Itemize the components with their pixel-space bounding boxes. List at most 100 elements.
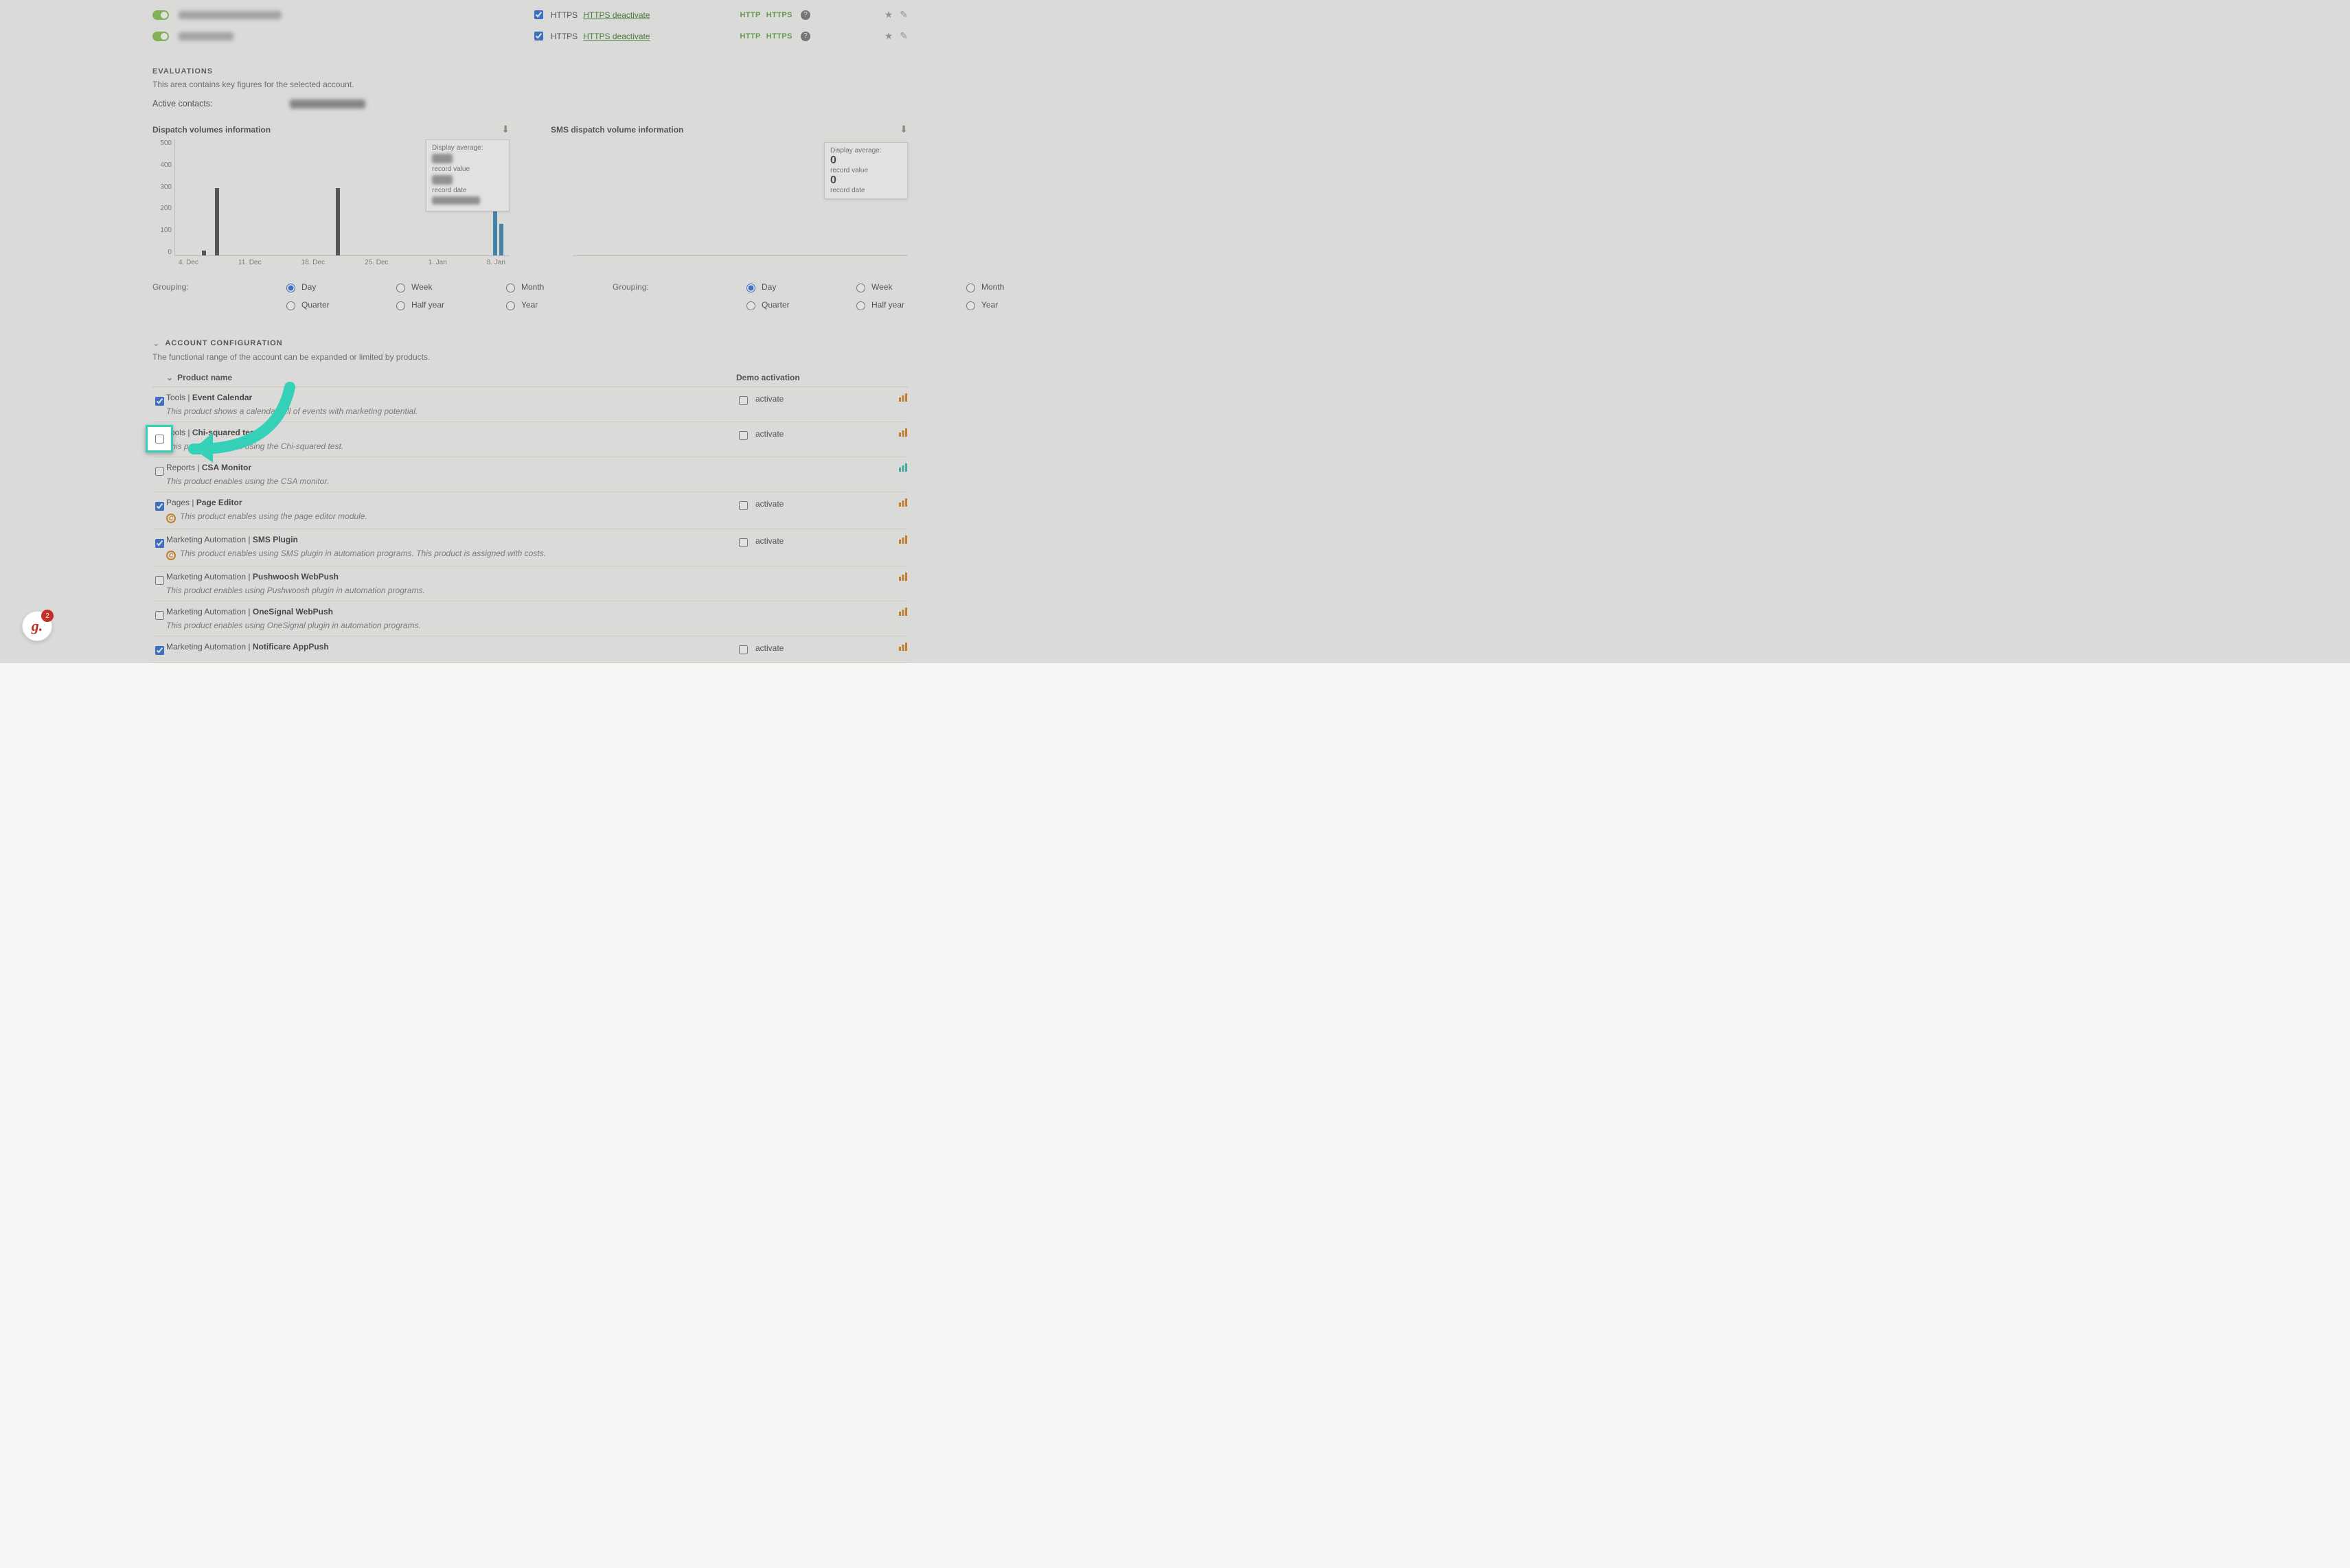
product-title: Pages | Page Editor — [166, 498, 736, 507]
edit-icon[interactable]: ✎ — [900, 30, 908, 42]
cost-icon: C — [166, 551, 176, 560]
product-title: Marketing Automation | Notificare AppPus… — [166, 642, 736, 652]
grouping-option-half-year[interactable]: Half year — [853, 299, 922, 310]
domain-name-blurred — [179, 32, 233, 41]
product-title: Tools | Event Calendar — [166, 393, 736, 402]
product-title: Marketing Automation | SMS Plugin — [166, 535, 736, 544]
product-row: Marketing Automation | Notificare AppPus… — [152, 636, 908, 663]
grouping-option-week[interactable]: Week — [393, 281, 461, 292]
grouping-label: Grouping: — [613, 282, 681, 292]
product-row: Tools | Event Calendar This product shows… — [152, 387, 908, 422]
demo-activate-checkbox[interactable] — [739, 501, 748, 510]
evaluations-heading: EVALUATIONS — [152, 67, 908, 76]
product-title: Marketing Automation | Pushwoosh WebPush — [166, 572, 736, 581]
toggle-enabled[interactable] — [152, 32, 169, 41]
chart-icon[interactable] — [887, 642, 908, 657]
product-description: This product shows a calendar full of ev… — [166, 406, 736, 416]
chart-title: SMS dispatch volume information — [551, 125, 683, 135]
account-config-description: The functional range of the account can … — [152, 352, 908, 362]
product-title: Tools | Chi-squared test — [166, 428, 736, 437]
chart-icon[interactable] — [887, 393, 908, 416]
grouping-option-half-year[interactable]: Half year — [393, 299, 461, 310]
account-config-heading: ACCOUNT CONFIGURATION — [165, 339, 282, 347]
domain-row: HTTPS HTTPS deactivate HTTPHTTPS ? ★✎ — [152, 4, 908, 25]
grouping-option-day[interactable]: Day — [283, 281, 352, 292]
demo-activate-label: activate — [755, 394, 784, 404]
assist-count-badge: 2 — [41, 610, 54, 622]
assist-widget[interactable]: g. 2 — [22, 611, 52, 641]
x-axis: 4. Dec 11. Dec 18. Dec 25. Dec 1. Jan 8.… — [174, 259, 510, 266]
grouping-option-quarter[interactable]: Quarter — [283, 299, 352, 310]
col-product-name[interactable]: Product name — [177, 373, 232, 382]
csa-monitor-checkbox[interactable] — [155, 435, 164, 443]
grouping-option-day[interactable]: Day — [743, 281, 812, 292]
https-checkbox[interactable] — [534, 10, 543, 19]
https-deactivate-link[interactable]: HTTPS deactivate — [583, 10, 650, 20]
grouping-controls: Grouping: Day Week Month Quarter Half year Yea… — [152, 281, 908, 317]
chart-icon[interactable] — [887, 607, 908, 630]
assist-logo: g. — [32, 617, 43, 635]
dispatch-chart: Dispatch volumes information ⬇ 500 400 3… — [152, 111, 510, 266]
product-title: Reports | CSA Monitor — [166, 463, 736, 472]
product-enable-checkbox[interactable] — [155, 539, 164, 548]
product-description: This product enables using the Chi-squar… — [166, 441, 736, 451]
product-description: CThis product enables using SMS plugin i… — [166, 549, 736, 560]
grouping-option-month[interactable]: Month — [503, 281, 571, 292]
star-icon[interactable]: ★ — [885, 9, 893, 21]
chart-icon[interactable] — [887, 572, 908, 595]
evaluations-section: EVALUATIONS This area contains key figur… — [152, 67, 908, 317]
demo-activate-checkbox[interactable] — [739, 396, 748, 405]
product-enable-checkbox[interactable] — [155, 467, 164, 476]
domain-name-blurred — [179, 11, 282, 19]
collapse-icon[interactable]: ⌄ — [152, 338, 159, 348]
demo-activate-label: activate — [755, 536, 784, 546]
toggle-enabled[interactable] — [152, 10, 169, 20]
active-contacts-value-blurred — [290, 100, 365, 108]
col-demo-activation[interactable]: Demo activation — [736, 373, 887, 382]
grouping-option-year[interactable]: Year — [963, 299, 1031, 310]
product-enable-checkbox[interactable] — [155, 611, 164, 620]
chart-icon[interactable] — [887, 535, 908, 560]
https-chip: HTTPS — [766, 32, 792, 41]
demo-activate-checkbox[interactable] — [739, 538, 748, 547]
grouping-option-year[interactable]: Year — [503, 299, 571, 310]
grouping-option-quarter[interactable]: Quarter — [743, 299, 812, 310]
sms-chart: SMS dispatch volume information ⬇ Displa… — [551, 111, 908, 266]
help-icon[interactable]: ? — [801, 32, 810, 41]
demo-activate-checkbox[interactable] — [739, 431, 748, 440]
demo-activate-label: activate — [755, 429, 784, 439]
chart-icon[interactable] — [887, 498, 908, 523]
active-contacts-label: Active contacts: — [152, 99, 290, 108]
grouping-option-week[interactable]: Week — [853, 281, 922, 292]
product-row: Marketing Automation | OneSignal WebPush… — [152, 601, 908, 636]
main-content: HTTPS HTTPS deactivate HTTP HTTPS ? ★ ✎ HT… — [152, 0, 908, 663]
download-icon[interactable]: ⬇ — [501, 124, 510, 135]
demo-activate-checkbox[interactable] — [739, 645, 748, 654]
download-icon[interactable]: ⬇ — [900, 124, 908, 135]
edit-icon[interactable]: ✎ — [900, 9, 908, 21]
https-label: HTTPS — [551, 10, 578, 20]
http-chip: HTTP — [740, 32, 760, 41]
https-deactivate-link[interactable]: HTTPS deactivate — [583, 32, 650, 41]
product-row: Tools | Chi-squared test This product ena… — [152, 422, 908, 457]
product-row: Marketing Automation | SMS Plugin CThis p… — [152, 529, 908, 566]
chart-icon[interactable] — [887, 463, 908, 486]
grouping-option-month[interactable]: Month — [963, 281, 1031, 292]
product-enable-checkbox[interactable] — [155, 397, 164, 406]
chart-icon[interactable] — [887, 428, 908, 451]
product-description: CThis product enables using the page edi… — [166, 511, 736, 523]
help-icon[interactable]: ? — [801, 10, 810, 20]
evaluations-description: This area contains key figures for the s… — [152, 80, 908, 89]
product-enable-checkbox[interactable] — [155, 646, 164, 655]
product-description: This product enables using OneSignal plu… — [166, 621, 736, 630]
product-table-header: ⌄ Product name Demo activation — [152, 369, 908, 387]
y-axis: 500 400 300 200 100 0 — [152, 139, 174, 256]
product-description: This product enables using the CSA monit… — [166, 476, 736, 486]
star-icon[interactable]: ★ — [885, 30, 893, 42]
product-enable-checkbox[interactable] — [155, 576, 164, 585]
product-row: Pages | Page Editor CThis product enables… — [152, 492, 908, 529]
product-enable-checkbox[interactable] — [155, 502, 164, 511]
sort-icon[interactable]: ⌄ — [166, 373, 173, 382]
https-checkbox[interactable] — [534, 32, 543, 41]
https-chip: HTTPS — [766, 11, 792, 19]
